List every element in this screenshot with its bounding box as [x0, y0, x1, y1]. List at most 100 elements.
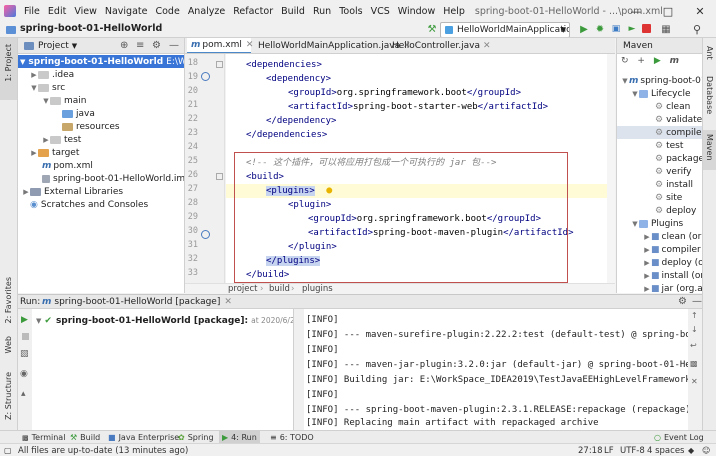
debug-icon[interactable]: ✹ [594, 23, 606, 35]
tree-item-java[interactable]: java [62, 107, 95, 120]
favorites-tool-button[interactable]: 2: Favorites [0, 273, 17, 331]
rerun-icon[interactable]: ▶ [21, 315, 28, 325]
menu-analyze[interactable]: Analyze [184, 6, 229, 17]
maven-tool-button[interactable]: Maven [703, 130, 716, 170]
terminal-tool-button[interactable]: ▩ Terminal [22, 431, 65, 443]
tree-item-root[interactable]: ▼ spring-boot-01-HelloWorld E:\WorkSp [18, 55, 184, 68]
scroll-up-icon[interactable]: ↑ [691, 311, 698, 320]
caret-position[interactable]: 27:18 [578, 444, 603, 456]
minimize-icon[interactable]: — [620, 0, 652, 22]
run-icon[interactable]: ▶ [578, 23, 590, 35]
maven-plugin[interactable]: ▶ ■ jar (org.a [643, 282, 702, 294]
lock-icon[interactable]: ◆ [688, 444, 694, 456]
print-icon[interactable]: ▩ [690, 359, 698, 368]
maven-plugin[interactable]: ▶ ■ deploy (o [643, 256, 702, 269]
maven-plugin[interactable]: ▶ ■ compiler [643, 243, 700, 256]
ant-tool-button[interactable]: Ant [703, 42, 716, 70]
tree-item-target[interactable]: ▶ target [30, 146, 79, 159]
face-icon[interactable]: ☺ [702, 444, 710, 456]
run-tab[interactable]: m spring-boot-01-HelloWorld [package] ✕ [42, 296, 232, 308]
menu-edit[interactable]: Edit [44, 6, 70, 17]
maven-goal-package[interactable]: ⚙ package [655, 152, 702, 165]
run-tool-button[interactable]: ▶ 4: Run [219, 431, 260, 443]
trash-icon[interactable]: ✕ [691, 377, 698, 386]
tab-hello-controller[interactable]: HelloController.java ✕ [385, 38, 493, 53]
database-tool-button[interactable]: Database [703, 74, 716, 126]
project-structure-icon[interactable]: ▦ [660, 23, 672, 35]
maven-overrides-icon[interactable] [201, 72, 210, 81]
maven-plugin[interactable]: ▶ ■ install (or [643, 269, 702, 282]
maven-tree-lifecycle[interactable]: ▼ Lifecycle [631, 87, 690, 100]
maven-overrides-icon[interactable] [201, 230, 210, 239]
maven-goal-install[interactable]: ⚙ install [655, 178, 693, 191]
menu-file[interactable]: File [20, 6, 44, 17]
spring-tool-button[interactable]: ✿ Spring [178, 431, 214, 443]
web-tool-button[interactable]: Web [0, 334, 17, 358]
run-icon[interactable]: ▶ [654, 56, 661, 66]
menu-build[interactable]: Build [277, 6, 309, 17]
run-config-dropdown[interactable]: HelloWorldMainApplication ▼ [440, 22, 570, 37]
maven-plugin[interactable]: ▶ ■ clean (or [643, 230, 701, 243]
maven-goal-verify[interactable]: ⚙ verify [655, 165, 691, 178]
scroll-down-icon[interactable]: ↓ [691, 325, 698, 334]
wrap-icon[interactable]: ↩ [690, 341, 697, 350]
gear-icon[interactable]: ⚙ [152, 40, 161, 51]
project-panel-title[interactable]: Project [38, 41, 69, 51]
toggle-view-icon[interactable]: ▧ [20, 349, 29, 359]
gear-icon[interactable]: ⚙ [678, 296, 687, 307]
indent-setting[interactable]: 4 spaces [647, 444, 684, 456]
add-icon[interactable]: + [637, 56, 645, 66]
tab-pom-xml[interactable]: m pom.xml ✕ [187, 38, 253, 53]
maven-m-icon[interactable]: m [670, 56, 679, 66]
maven-goal-deploy[interactable]: ⚙ deploy [655, 204, 696, 217]
collapse-all-icon[interactable]: ≡ [136, 40, 144, 51]
fold-icon[interactable] [216, 61, 223, 68]
stop-icon[interactable] [642, 24, 651, 33]
tree-item-test[interactable]: ▶ test [42, 133, 81, 146]
breadcrumb-project[interactable]: spring-boot-01-HelloWorld [20, 23, 162, 34]
console-output[interactable]: [INFO] [INFO] --- maven-surefire-plugin:… [304, 309, 688, 430]
tree-item-main[interactable]: ▼ main [42, 94, 86, 107]
console-scrollbar[interactable]: ↑ ↓ ↩ ▩ ✕ [688, 309, 702, 430]
hide-icon[interactable]: — [692, 296, 702, 307]
chevron-down-icon[interactable]: ▼ [72, 42, 77, 50]
status-toggle-icon[interactable]: ▢ [4, 444, 12, 456]
stop-icon[interactable] [22, 333, 29, 340]
menu-help[interactable]: Help [439, 6, 469, 17]
menu-vcs[interactable]: VCS [367, 6, 394, 17]
coverage-icon[interactable]: ▣ [610, 23, 622, 35]
hammer-icon[interactable]: ⚒ [426, 22, 438, 36]
build-tool-button[interactable]: ⚒ Build [70, 431, 100, 443]
file-encoding[interactable]: UTF-8 [620, 444, 645, 456]
profile-icon[interactable]: ► [626, 23, 638, 35]
status-message[interactable]: All files are up-to-date (13 minutes ago… [18, 444, 188, 456]
editor-scrollbar[interactable] [607, 54, 615, 283]
maximize-icon[interactable]: □ [652, 0, 684, 22]
tree-item-src[interactable]: ▼ src [30, 81, 65, 94]
tab-main-application[interactable]: HelloWorldMainApplication.java ✕ [251, 38, 411, 53]
menu-code[interactable]: Code [151, 6, 183, 17]
maven-goal-compile[interactable]: ⚙ compile [617, 126, 702, 139]
structure-tool-button[interactable]: Z: Structure [0, 368, 17, 424]
close-icon[interactable]: ✕ [224, 297, 232, 307]
menu-tools[interactable]: Tools [335, 6, 366, 17]
menu-navigate[interactable]: Navigate [101, 6, 152, 17]
menu-window[interactable]: Window [394, 6, 439, 17]
menu-refactor[interactable]: Refactor [229, 6, 277, 17]
breadcrumb-item[interactable]: build [269, 284, 290, 294]
maven-tree-root[interactable]: ▼ m spring-boot-01 [621, 74, 702, 87]
fold-icon[interactable] [216, 173, 223, 180]
event-log-tool-button[interactable]: ○ Event Log [654, 431, 704, 443]
pin-icon[interactable]: ▴ [21, 389, 26, 399]
hide-icon[interactable]: — [169, 40, 179, 51]
tree-item-idea[interactable]: ▶ .idea [30, 68, 74, 81]
code-editor[interactable]: <dependencies> <dependency> <groupId>org… [226, 54, 615, 283]
locate-icon[interactable]: ⊕ [120, 40, 128, 51]
menu-run[interactable]: Run [309, 6, 335, 17]
tree-item-external-libraries[interactable]: ▶ External Libraries [22, 185, 123, 198]
breadcrumb-item[interactable]: project [228, 284, 258, 294]
tree-item-pom[interactable]: m pom.xml [42, 159, 93, 172]
maven-goal-test[interactable]: ⚙ test [655, 139, 683, 152]
line-separator[interactable]: LF [604, 444, 614, 456]
project-tool-button[interactable]: 1: Project [0, 38, 17, 100]
